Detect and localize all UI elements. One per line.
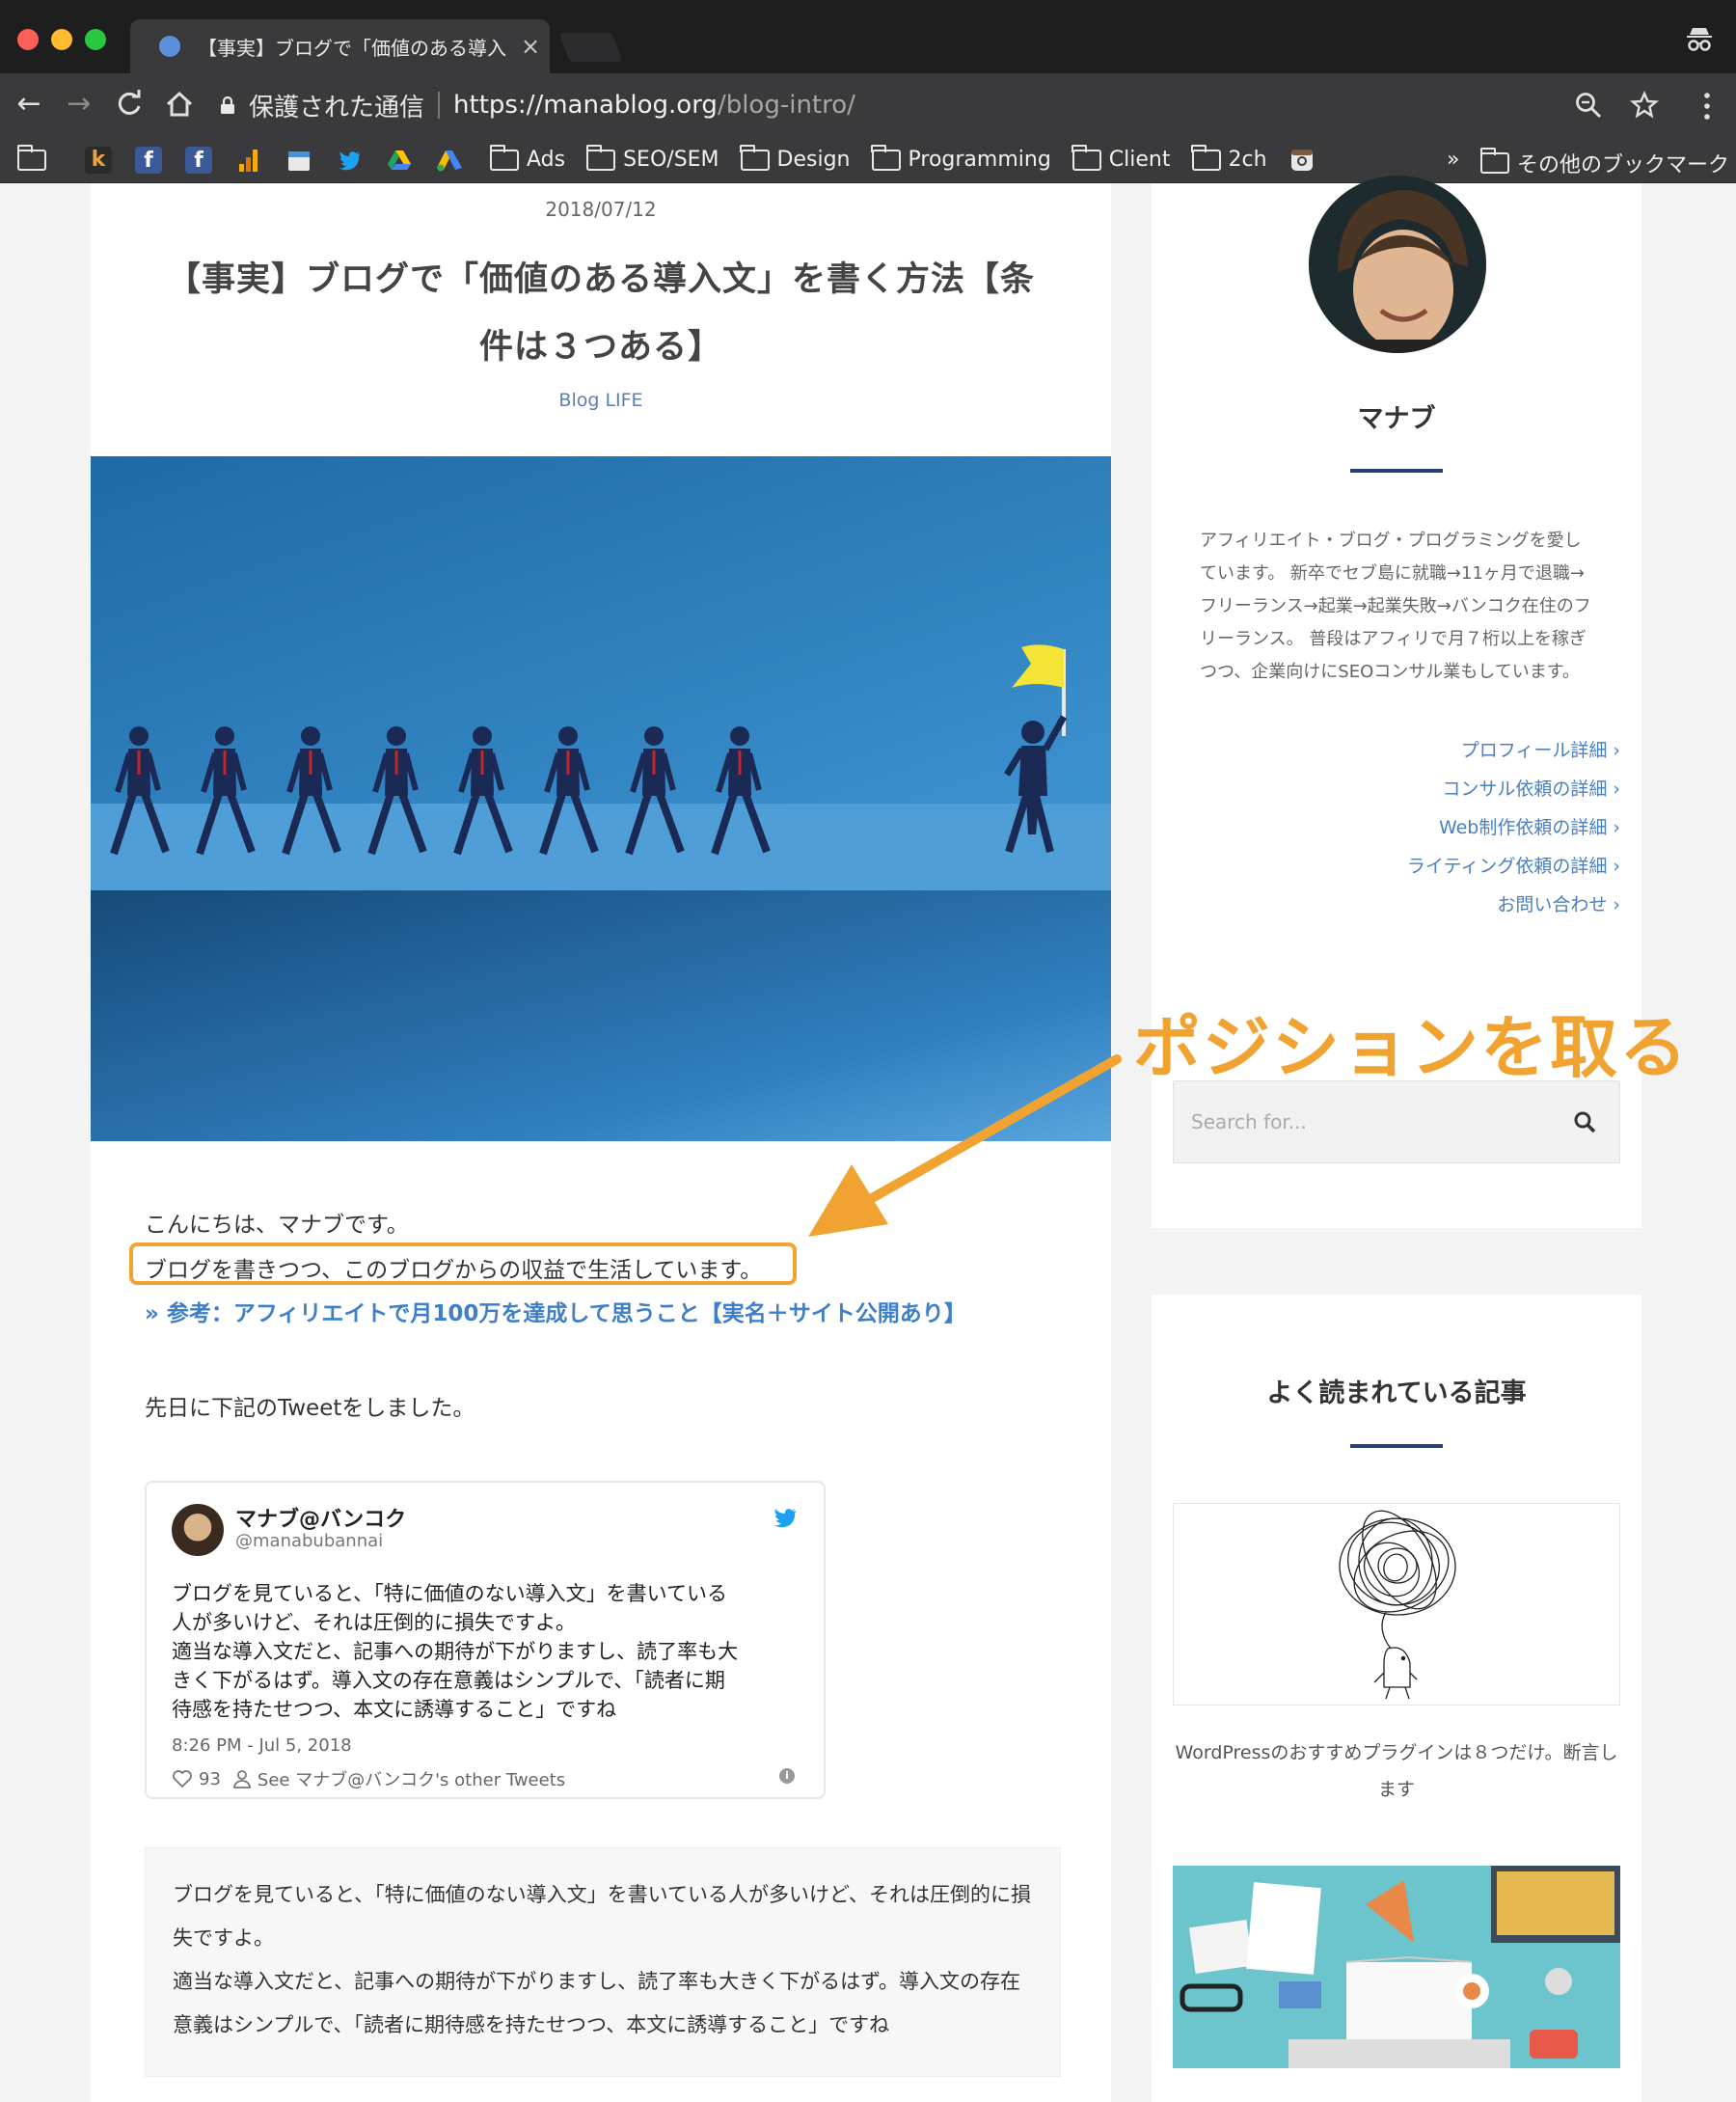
google-drive-icon[interactable] bbox=[386, 147, 413, 174]
tab-title: 【事実】ブログで「価値のある導入 bbox=[198, 36, 506, 60]
incognito-icon bbox=[1687, 28, 1712, 51]
article-card: 2018/07/12 【事実】ブログで「価値のある導入文」を書く方法【条件は３つ… bbox=[91, 183, 1111, 2102]
see-other-tweets-link[interactable]: See マナブ@バンコク's other Tweets bbox=[258, 1766, 565, 1791]
google-ads-icon[interactable] bbox=[436, 147, 463, 174]
profile-detail-link[interactable]: プロフィール詳細 › bbox=[1407, 731, 1620, 770]
web-production-link[interactable]: Web制作依頼の詳細 › bbox=[1407, 808, 1620, 847]
url-host: https://manablog.org bbox=[453, 91, 718, 120]
heading-underline bbox=[1350, 469, 1443, 473]
lock-icon bbox=[221, 96, 234, 114]
tweet-text: ブログを見ていると、「特に価値のない導入文」を書いている 人が多いけど、それは圧… bbox=[172, 1582, 739, 1721]
heading-underline bbox=[1350, 1444, 1443, 1448]
folder-icon bbox=[585, 144, 616, 171]
twitter-bird-icon[interactable] bbox=[770, 1508, 797, 1531]
article-thumbnail[interactable] bbox=[1173, 1866, 1620, 2068]
article-thumbnail[interactable] bbox=[1173, 1503, 1620, 1706]
favicon-icon bbox=[159, 36, 180, 57]
contact-link[interactable]: お問い合わせ › bbox=[1407, 886, 1620, 924]
folder-icon bbox=[1479, 148, 1509, 174]
analytics-icon[interactable] bbox=[235, 147, 262, 174]
reference-link[interactable]: » 参考：アフィリエイトで月100万を達成して思うこと【実名＋サイト公開あり】 bbox=[145, 1295, 966, 1327]
maximize-window-button[interactable] bbox=[85, 29, 106, 50]
tweet-timestamp[interactable]: 8:26 PM - Jul 5, 2018 bbox=[172, 1735, 352, 1756]
zoom-icon[interactable] bbox=[1574, 91, 1603, 120]
tweet-like-count: 93 bbox=[199, 1768, 221, 1789]
folder-icon bbox=[871, 144, 901, 171]
bookmark-folder-seo[interactable]: SEO/SEM bbox=[585, 144, 719, 172]
address-bar[interactable]: 保護された通信 https://manablog.org/blog-intro/ bbox=[220, 83, 1636, 127]
tweet-footer: 93 See マナブ@バンコク's other Tweets bbox=[172, 1766, 565, 1791]
calendar-icon[interactable] bbox=[285, 147, 312, 174]
bookmark-folder-design[interactable]: Design bbox=[740, 144, 851, 172]
omnibox-actions bbox=[1574, 91, 1659, 120]
secure-connection-label: 保護された通信 bbox=[249, 93, 425, 123]
blockquote: ブログを見ていると、「特に価値のない導入文」を書いている人が多いけど、それは圧倒… bbox=[145, 1847, 1061, 2077]
bookmark-folder-2ch[interactable]: 2ch bbox=[1191, 144, 1267, 172]
bookmark-folder-programming[interactable]: Programming bbox=[871, 144, 1051, 172]
url-path: /blog-intro/ bbox=[717, 91, 855, 120]
minimize-window-button[interactable] bbox=[51, 29, 72, 50]
browser-tab-bar: 【事実】ブログで「価値のある導入 × bbox=[0, 0, 1736, 73]
popular-posts-widget: よく読まれている記事 WordPressのおすすめプラグインは８つだけ。断言しま… bbox=[1152, 1295, 1641, 2102]
tweet-author-name[interactable]: マナブ@バンコク bbox=[235, 1502, 406, 1533]
profile-links: プロフィール詳細 › コンサル依頼の詳細 › Web制作依頼の詳細 › ライティ… bbox=[1407, 731, 1620, 924]
annotation-callout: ポジションを取る bbox=[1133, 1008, 1689, 1087]
tab-close-icon[interactable]: × bbox=[511, 33, 550, 60]
search-placeholder: Search for... bbox=[1191, 1110, 1307, 1133]
forward-arrow-icon[interactable]: → bbox=[60, 85, 98, 123]
tweet-author-handle[interactable]: @manabubannai bbox=[235, 1531, 383, 1551]
folder-icon bbox=[1191, 144, 1221, 171]
new-tab-button[interactable] bbox=[558, 33, 623, 62]
embedded-tweet[interactable]: マナブ@バンコク @manabubannai ブログを見ていると、「特に価値のな… bbox=[145, 1481, 826, 1799]
bookmark-folder-ads[interactable]: Ads bbox=[489, 144, 565, 172]
profile-bio: アフィリエイト・ブログ・プログラミングを愛しています。 新卒でセブ島に就職→11… bbox=[1200, 531, 1591, 682]
tangled-scribble-illustration bbox=[1339, 1510, 1456, 1700]
browser-menu-icon[interactable] bbox=[1697, 89, 1717, 123]
popular-posts-heading: よく読まれている記事 bbox=[1266, 1379, 1527, 1408]
person-icon bbox=[233, 1770, 251, 1788]
hero-image bbox=[91, 456, 1111, 1141]
reload-icon[interactable] bbox=[110, 85, 149, 123]
twitter-icon[interactable] bbox=[336, 147, 363, 174]
k-bookmark-icon[interactable]: k bbox=[85, 146, 112, 174]
browser-tab[interactable]: 【事実】ブログで「価値のある導入 × bbox=[130, 19, 550, 73]
tweet-avatar[interactable] bbox=[172, 1504, 224, 1556]
post-category[interactable]: Blog LIFE bbox=[91, 390, 1111, 411]
facebook-icon[interactable]: f bbox=[185, 146, 212, 174]
folder-icon bbox=[489, 144, 519, 171]
apps-folder-icon[interactable] bbox=[16, 144, 46, 171]
facebook-icon[interactable]: f bbox=[135, 146, 162, 174]
consulting-request-link[interactable]: コンサル依頼の詳細 › bbox=[1407, 770, 1620, 808]
omnibox-separator bbox=[438, 92, 441, 119]
heart-icon[interactable] bbox=[172, 1769, 193, 1788]
home-icon[interactable] bbox=[160, 85, 199, 123]
tweet-intro-text: 先日に下記のTweetをしました。 bbox=[145, 1396, 475, 1421]
folder-icon bbox=[740, 144, 770, 171]
profile-avatar bbox=[1309, 176, 1486, 353]
quote-line-2: 適当な導入文だと、記事への期待が下がりますし、読了率も大きく下がるはず。導入文の… bbox=[173, 1970, 1021, 2036]
bookmarks-bar: k f f Ads SEO/SEM Design Programming Cli… bbox=[0, 137, 1736, 183]
post-title: 【事実】ブログで「価値のある導入文」を書く方法【条件は３つある】 bbox=[166, 260, 1035, 367]
search-input[interactable]: Search for... bbox=[1173, 1080, 1620, 1163]
intro-position-statement: ブログを書きつつ、このブログからの収益で生活しています。 bbox=[145, 1258, 763, 1283]
other-bookmarks-folder[interactable]: その他のブックマーク bbox=[1479, 148, 1729, 178]
writing-request-link[interactable]: ライティング依頼の詳細 › bbox=[1407, 847, 1620, 886]
close-window-button[interactable] bbox=[17, 29, 39, 50]
bookmark-star-icon[interactable] bbox=[1630, 91, 1659, 120]
popular-article-title[interactable]: WordPressのおすすめプラグインは８つだけ。断言します bbox=[1173, 1734, 1620, 1808]
folder-icon bbox=[1071, 144, 1101, 171]
bookmarks-overflow-button[interactable]: » bbox=[1447, 137, 1459, 183]
search-icon[interactable] bbox=[1573, 1110, 1596, 1133]
info-icon[interactable]: i bbox=[779, 1768, 795, 1784]
back-arrow-icon[interactable]: ← bbox=[10, 85, 48, 123]
browser-toolbar: ← → 保護された通信 https://manablog.org/blog-in… bbox=[0, 73, 1736, 137]
instagram-icon[interactable] bbox=[1288, 147, 1316, 174]
intro-greeting: こんにちは、マナブです。 bbox=[145, 1213, 409, 1238]
bookmark-folder-client[interactable]: Client bbox=[1071, 144, 1171, 172]
post-date: 2018/07/12 bbox=[545, 198, 657, 221]
desk-flatlay-illustration bbox=[1173, 1866, 1620, 2068]
quote-line-1: ブログを見ていると、「特に価値のない導入文」を書いている人が多いけど、それは圧倒… bbox=[173, 1883, 1031, 1950]
profile-name: マナブ bbox=[1357, 404, 1436, 434]
